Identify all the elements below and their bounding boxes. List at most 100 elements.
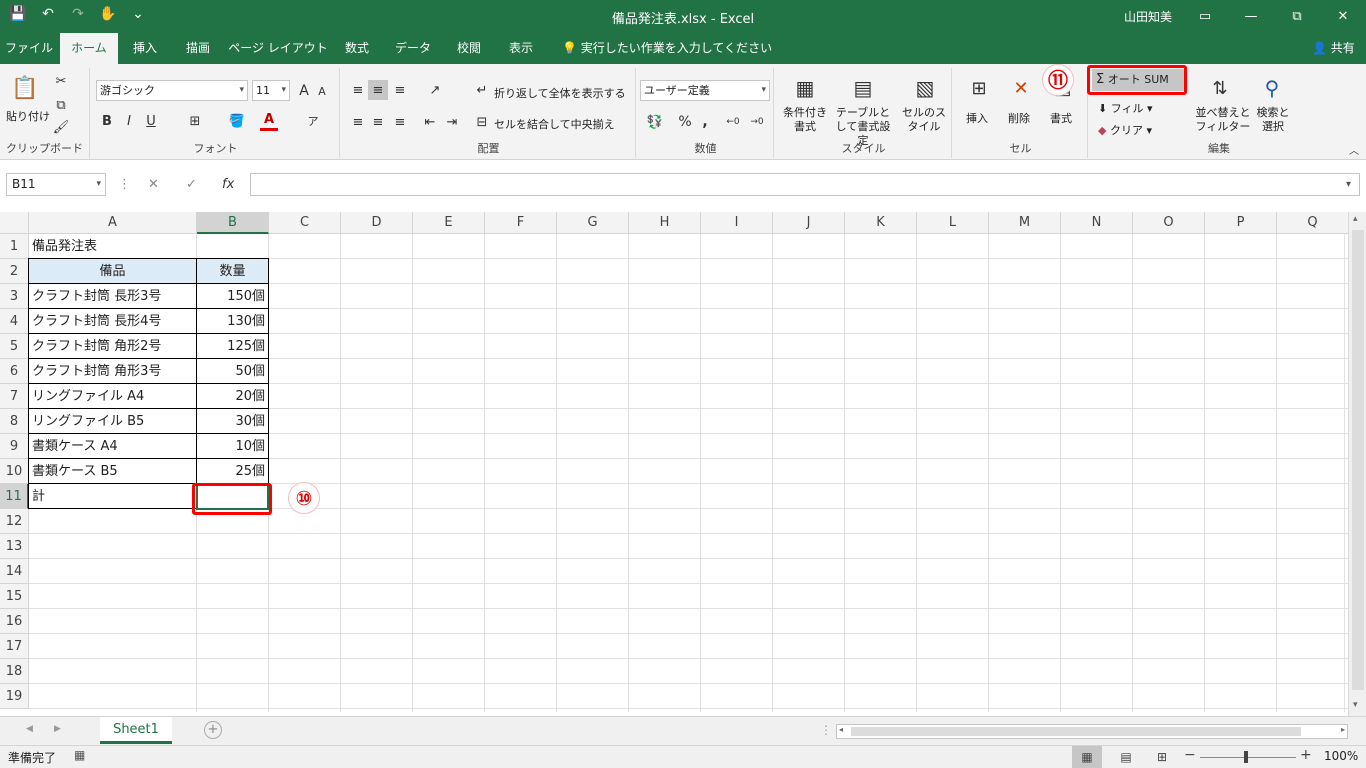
comma-button[interactable]: , [698,112,712,132]
format-cells-button[interactable]: 書式 [1050,110,1072,126]
align-top-icon[interactable]: ≡ [348,80,368,100]
confirm-entry-icon[interactable]: ✓ [186,173,197,196]
column-header-b[interactable]: B [197,212,269,234]
tab-formulas[interactable]: 数式 [332,33,382,64]
row-header-14[interactable]: 14 [0,559,29,584]
tab-review[interactable]: 校閲 [444,33,494,64]
cell-b9[interactable]: 10個 [197,434,268,459]
number-format-select[interactable]: ユーザー定義 [640,80,770,101]
next-sheet-icon[interactable]: ▶ [54,724,61,734]
tab-data[interactable]: データ [384,33,442,64]
shrink-font-button[interactable]: A [314,82,330,101]
cell-a5[interactable]: クラフト封筒 角形2号 [29,334,196,359]
row-header-2[interactable]: 2 [0,259,29,284]
sort-filter-icon[interactable]: ⇅ [1204,72,1236,104]
column-header-f[interactable]: F [485,212,557,234]
tab-split-handle-icon[interactable]: ⋮ [820,723,832,737]
tab-home[interactable]: ホーム [60,33,118,64]
sort-filter-button[interactable]: 並べ替えとフィルター [1194,106,1252,134]
column-header-o[interactable]: O [1133,212,1205,234]
row-header-7[interactable]: 7 [0,384,29,409]
cell-a2[interactable]: 備品 [29,259,196,284]
cell-b10[interactable]: 25個 [197,459,268,484]
sheet-tab-sheet1[interactable]: Sheet1 [100,717,172,744]
cell-a11[interactable]: 計 [29,484,196,509]
row-header-5[interactable]: 5 [0,334,29,359]
page-break-view-icon[interactable]: ⊞ [1150,746,1174,768]
column-header-i[interactable]: I [701,212,773,234]
cell-a10[interactable]: 書類ケース B5 [29,459,196,484]
align-left-icon[interactable]: ≡ [348,112,368,132]
merge-center-button[interactable]: セルを結合して中央揃え [494,116,615,132]
scroll-up-icon[interactable]: ▴ [1353,214,1358,224]
paste-button[interactable]: 貼り付け [6,108,50,124]
search-icon[interactable]: ⚲ [1256,72,1288,104]
user-name[interactable]: 山田知美 [1124,8,1172,25]
worksheet-grid[interactable]: A B C D E F G H I J K L M N O P Q 1 2 3 … [0,212,1348,712]
cell-b8[interactable]: 30個 [197,409,268,434]
restore-button[interactable]: ⧉ [1274,0,1320,33]
prev-sheet-icon[interactable]: ◀ [26,724,33,734]
cell-b2[interactable]: 数量 [197,259,268,284]
row-header-10[interactable]: 10 [0,459,29,484]
share-button[interactable]: 👤 共有 [1312,33,1355,64]
column-header-p[interactable]: P [1205,212,1277,234]
cell-a9[interactable]: 書類ケース A4 [29,434,196,459]
row-header-1[interactable]: 1 [0,234,29,259]
row-header-11[interactable]: 11 [0,484,29,509]
cell-b6[interactable]: 50個 [197,359,268,384]
borders-icon[interactable]: ⊞ [184,111,206,131]
row-header-6[interactable]: 6 [0,359,29,384]
cancel-entry-icon[interactable]: ✕ [148,173,159,196]
expand-formula-icon[interactable]: ▾ [1346,173,1351,196]
fill-color-icon[interactable]: 🪣 [226,111,248,131]
collapse-ribbon-icon[interactable]: ︿ [1346,142,1362,157]
horizontal-scrollbar[interactable]: ◂ ▸ [836,724,1348,739]
format-painter-icon[interactable]: 🖌 [52,118,70,136]
column-header-k[interactable]: K [845,212,917,234]
tab-file[interactable]: ファイル [0,33,58,64]
font-color-button[interactable]: A [260,111,278,131]
italic-button[interactable]: I [120,111,138,131]
bold-button[interactable]: B [98,111,116,131]
insert-cells-button[interactable]: 挿入 [966,110,988,126]
font-size-select[interactable]: 11 [252,80,290,101]
row-header-3[interactable]: 3 [0,284,29,309]
zoom-out-button[interactable]: − [1184,747,1196,763]
conditional-format-button[interactable]: 条件付き書式 [780,106,830,134]
zoom-slider-knob[interactable] [1244,751,1248,763]
fill-button[interactable]: ⬇ フィル ▾ [1098,100,1153,116]
select-all-corner[interactable] [0,212,29,234]
format-as-table-icon[interactable]: ▤ [848,72,878,104]
find-select-button[interactable]: 検索と選択 [1254,106,1292,134]
row-header-19[interactable]: 19 [0,684,29,709]
tab-draw[interactable]: 描画 [172,33,224,64]
scroll-down-icon[interactable]: ▾ [1353,700,1358,710]
minimize-button[interactable]: — [1228,0,1274,33]
delete-cells-icon[interactable]: ✕ [1006,72,1036,104]
orientation-icon[interactable]: ↗ [422,80,448,100]
grow-font-button[interactable]: A [295,80,313,101]
row-header-8[interactable]: 8 [0,409,29,434]
cell-b3[interactable]: 150個 [197,284,268,309]
decrease-indent-icon[interactable]: ⇤ [420,112,440,132]
copy-icon[interactable]: ⧉ [52,96,70,114]
zoom-in-button[interactable]: + [1300,747,1312,763]
increase-indent-icon[interactable]: ⇥ [442,112,462,132]
row-header-15[interactable]: 15 [0,584,29,609]
align-right-icon[interactable]: ≡ [390,112,410,132]
vertical-scroll-thumb[interactable] [1352,230,1364,690]
row-header-4[interactable]: 4 [0,309,29,334]
row-header-17[interactable]: 17 [0,634,29,659]
decrease-decimal-icon[interactable]: →0 [746,112,768,132]
cell-a6[interactable]: クラフト封筒 角形3号 [29,359,196,384]
tab-insert[interactable]: 挿入 [120,33,170,64]
zoom-slider-track[interactable] [1200,757,1296,758]
cell-styles-icon[interactable]: ▧ [910,72,940,104]
vertical-scrollbar[interactable]: ▴ ▾ [1348,212,1366,716]
cell-b4[interactable]: 130個 [197,309,268,334]
cut-icon[interactable]: ✂ [52,72,70,90]
cell-a3[interactable]: クラフト封筒 長形3号 [29,284,196,309]
close-button[interactable]: ✕ [1320,0,1366,33]
row-header-9[interactable]: 9 [0,434,29,459]
